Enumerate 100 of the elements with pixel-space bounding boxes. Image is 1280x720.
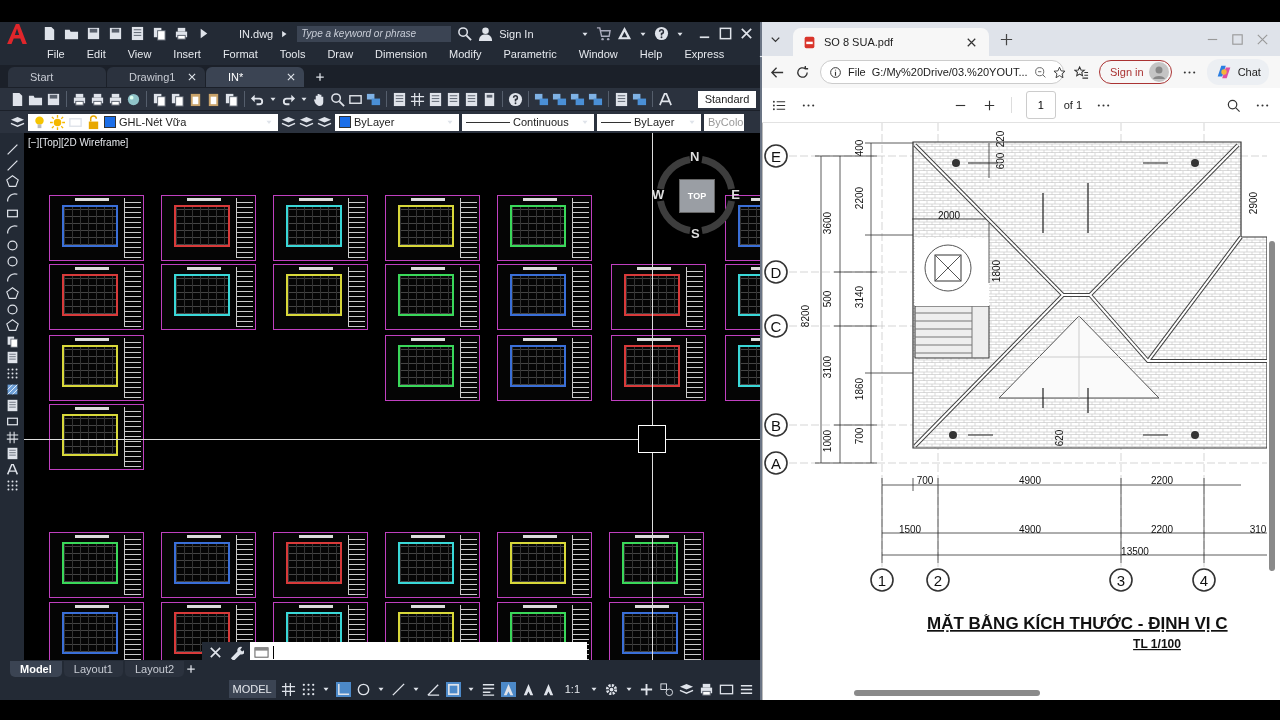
line-icon[interactable] [390, 681, 406, 697]
help-icon[interactable] [653, 26, 669, 41]
menu-item[interactable]: Dimension [375, 48, 428, 60]
document-tab[interactable]: Start [8, 67, 106, 87]
lineweight-icon[interactable] [480, 681, 496, 697]
menu-item[interactable]: Parametric [503, 48, 557, 60]
linetype-dropdown[interactable]: Continuous [462, 113, 594, 131]
arc-icon[interactable] [5, 271, 19, 284]
layout-tab[interactable]: Layout1 [63, 661, 123, 677]
circle-icon[interactable] [5, 255, 19, 268]
plus-icon[interactable] [999, 31, 1014, 47]
windows-stack-icon[interactable] [570, 91, 585, 107]
compass-south[interactable]: S [691, 226, 700, 241]
layout-tab[interactable]: Model [10, 661, 62, 677]
arc-icon[interactable] [5, 223, 19, 236]
layers-icon[interactable] [281, 114, 296, 130]
menu-item[interactable]: Draw [327, 48, 354, 60]
text-icon[interactable] [658, 91, 673, 107]
sheet-icon[interactable] [130, 26, 145, 41]
shapes-icon[interactable] [659, 681, 674, 697]
browser-tab[interactable]: SO 8 SUA.pdf [793, 28, 989, 56]
sheet-icon[interactable] [5, 399, 19, 412]
close-icon[interactable] [208, 644, 223, 660]
layout-tab[interactable]: Layout2 [124, 661, 185, 677]
page-number-field[interactable]: 1 [1025, 91, 1056, 119]
layers-icon[interactable] [679, 681, 694, 697]
polygon-icon[interactable] [5, 287, 19, 300]
layers-icon[interactable] [317, 114, 332, 130]
printer-icon[interactable] [699, 681, 714, 697]
copy-icon[interactable] [152, 91, 167, 107]
menu-item[interactable]: View [127, 48, 152, 60]
printer-icon[interactable] [108, 91, 123, 107]
menu-item[interactable]: Edit [86, 48, 106, 60]
sheet-icon[interactable] [446, 91, 461, 107]
calculator-icon[interactable] [482, 91, 497, 107]
help-icon[interactable] [508, 91, 523, 107]
compass-north[interactable]: N [690, 149, 700, 164]
menu-item[interactable]: Express [684, 48, 725, 60]
ortho-icon[interactable] [335, 681, 351, 697]
text-style-dropdown[interactable]: Standard [698, 90, 756, 108]
model-space-button[interactable]: MODEL [228, 680, 276, 698]
sphere-icon[interactable] [126, 91, 141, 107]
circle-icon[interactable] [355, 681, 371, 697]
search-field[interactable]: Type a keyword or phrase [297, 25, 452, 42]
console-icon[interactable] [254, 644, 269, 660]
arc-icon[interactable] [5, 191, 19, 204]
search-icon[interactable] [457, 26, 473, 41]
command-input[interactable] [250, 642, 587, 660]
scrollbar-thumb[interactable] [854, 690, 1040, 696]
dot-grid-icon[interactable] [300, 681, 316, 697]
refresh-icon[interactable] [795, 64, 810, 80]
rectangle-icon[interactable] [5, 207, 19, 220]
new-file-icon[interactable] [10, 91, 25, 107]
layers-icon[interactable] [10, 114, 25, 130]
menu-item[interactable]: Insert [173, 48, 201, 60]
windows-stack-icon[interactable] [632, 91, 647, 107]
document-tab[interactable]: Drawing1 [107, 67, 205, 87]
clipboard-icon[interactable] [188, 91, 203, 107]
compass-west[interactable]: W [652, 187, 665, 202]
windows-stack-icon[interactable] [552, 91, 567, 107]
close-icon[interactable] [739, 26, 754, 41]
dot-grid-icon[interactable] [5, 479, 19, 492]
circle-icon[interactable] [5, 303, 19, 316]
menu-item[interactable]: Window [578, 48, 618, 60]
address-bar[interactable]: File G:/My%20Drive/03.%20YOUT... [820, 60, 1064, 84]
color-dropdown[interactable]: ByLayer [335, 113, 459, 131]
clipboard-icon[interactable] [206, 91, 221, 107]
line-icon[interactable] [5, 159, 19, 172]
menu-item[interactable]: Format [222, 48, 258, 60]
grid-icon[interactable] [410, 91, 425, 107]
settings-icon[interactable] [604, 681, 619, 697]
favorites-icon[interactable] [1074, 64, 1089, 80]
grid-icon[interactable] [5, 431, 19, 444]
copy-icon[interactable] [224, 91, 239, 107]
close-icon[interactable] [286, 72, 296, 82]
lineweight-dropdown[interactable]: ByLayer [597, 113, 701, 131]
hatch-icon[interactable] [5, 383, 19, 396]
triangle-logo-icon[interactable] [616, 26, 632, 41]
document-tab[interactable]: IN* [206, 67, 304, 87]
menu-item[interactable]: File [47, 48, 65, 60]
sheet-icon[interactable] [392, 91, 407, 107]
polygon-icon[interactable] [5, 175, 19, 188]
info-icon[interactable] [829, 65, 842, 79]
sheet-icon[interactable] [464, 91, 479, 107]
close-icon[interactable] [187, 72, 197, 82]
copy-icon[interactable] [5, 335, 19, 348]
polygon-icon[interactable] [5, 319, 19, 332]
sheet-icon[interactable] [428, 91, 443, 107]
menu-item[interactable]: Tools [279, 48, 306, 60]
cart-icon[interactable] [595, 26, 611, 41]
scrollbar-thumb[interactable] [1269, 241, 1275, 571]
rectangle-icon[interactable] [5, 415, 19, 428]
settings-icon[interactable] [229, 644, 244, 660]
annotation-icon[interactable] [500, 681, 516, 697]
zoom-icon[interactable] [330, 91, 345, 107]
object-snap-icon[interactable] [445, 681, 461, 697]
printer-icon[interactable] [90, 91, 105, 107]
text-icon[interactable] [5, 463, 19, 476]
windows-stack-icon[interactable] [366, 91, 381, 107]
windows-stack-icon[interactable] [534, 91, 549, 107]
